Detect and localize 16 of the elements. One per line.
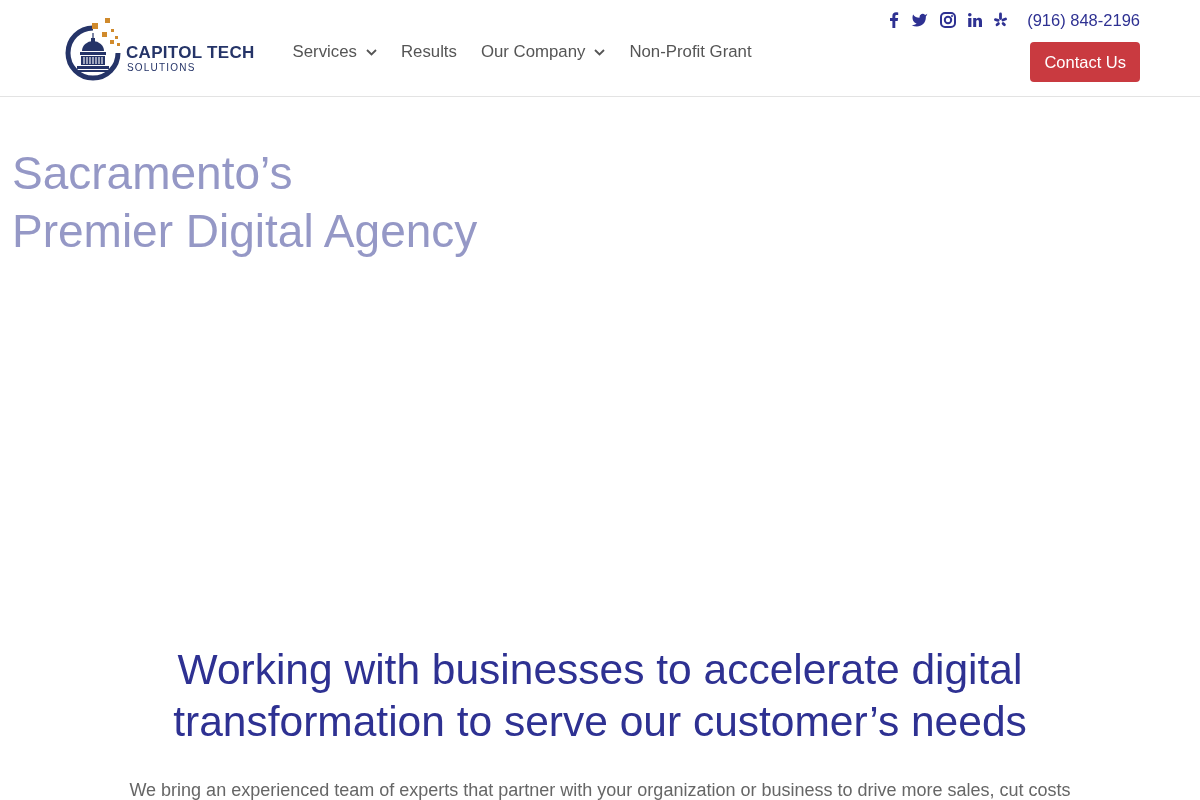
nav-link[interactable]: Our Company (480, 42, 606, 62)
phone-link[interactable]: (916) 848-2196 (1027, 10, 1140, 30)
nav-link[interactable]: Services (292, 42, 377, 62)
linkedin-icon[interactable] (968, 13, 983, 27)
yelp-icon[interactable] (994, 12, 1008, 28)
nav-link[interactable]: Non-Profit Grant (629, 42, 752, 62)
instagram-icon[interactable] (940, 12, 957, 28)
logo-tagline: SOLUTIONS (127, 62, 197, 73)
hero-heading: Sacramento’s Premier Digital Agency (12, 146, 479, 259)
facebook-icon[interactable] (890, 12, 900, 28)
intro-heading: Working with businesses to accelerate digital transformation to serve our customer’s needs (172, 645, 1028, 747)
nav-link[interactable]: Results (400, 42, 457, 62)
intro-paragraph: We bring an experienced team of experts that partner with your organization or business to drive more sales, cut costs (128, 780, 1072, 800)
contact-button[interactable]: Contact Us (1030, 42, 1140, 82)
logo-wordmark: CAPITOL TECH (126, 44, 255, 62)
twitter-bird-icon[interactable] (911, 13, 929, 27)
